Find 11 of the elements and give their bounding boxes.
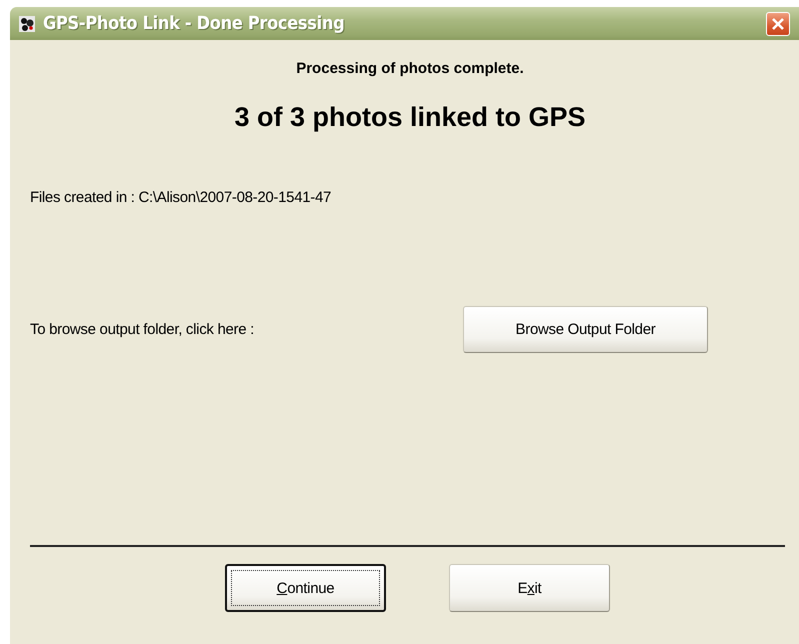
close-icon (771, 16, 785, 30)
status-message: Processing of photos complete. (295, 60, 525, 77)
result-heading: 3 of 3 photos linked to GPS (233, 102, 587, 133)
output-path-text: Files created in : C:\Alison\2007-08-20-1541-47 (30, 189, 332, 206)
app-icon (18, 14, 36, 32)
window-title: GPS-Photo Link - Done Processing (43, 13, 344, 34)
dialog-button[interactable]: Continue (225, 564, 386, 612)
browse-label: To browse output folder, click here : (30, 321, 256, 338)
browse-output-folder-button[interactable]: Browse Output Folder (463, 306, 708, 353)
close-button[interactable] (766, 12, 790, 36)
dialog-button[interactable]: Exit (449, 564, 610, 612)
